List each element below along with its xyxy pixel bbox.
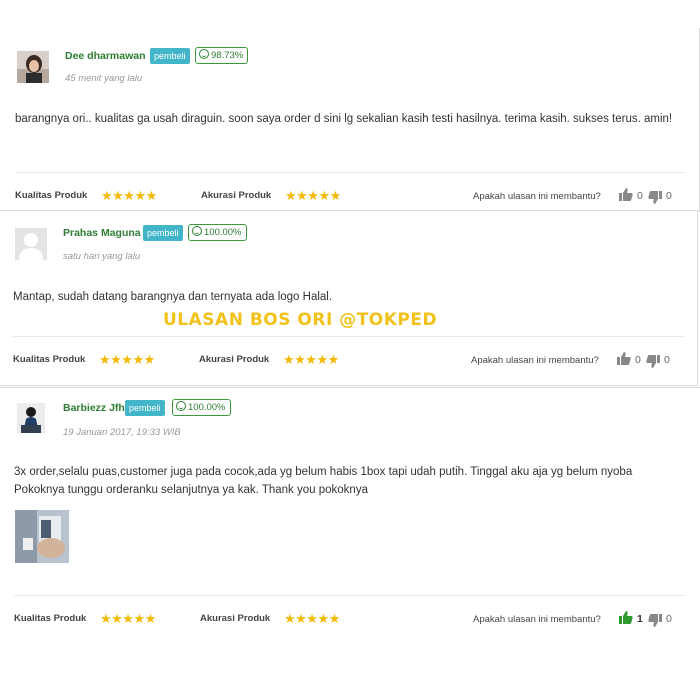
accuracy-label: Akurasi Produk [200,613,271,624]
thumbs-up-icon[interactable] [619,611,633,624]
reviewer-avatar[interactable] [17,403,45,433]
accuracy-stars: ★★★★★ [283,352,339,367]
likes-count: 0 [635,354,641,366]
review-time: 19 Januari 2017, 19:33 WIB [63,427,181,438]
reviewer-name[interactable]: Barbiezz Jfh [63,402,125,414]
reviewer-name[interactable]: Dee dharmawan [65,50,146,62]
quality-label: Kualitas Produk [15,190,88,201]
thumbs-down-icon[interactable] [646,355,660,368]
watermark-text: ULASAN BOS ORI @TOKPED [163,310,438,330]
helpful-label: Apakah ulasan ini membantu? [473,614,601,625]
smiley-icon [192,226,202,236]
thumbs-up-icon[interactable] [619,188,633,201]
review-photo[interactable] [15,510,69,563]
review-card [0,387,700,642]
quality-stars: ★★★★★ [101,188,157,203]
accuracy-stars: ★★★★★ [284,611,340,626]
reviewer-avatar[interactable] [17,51,49,83]
reputation-badge: 100.00% [172,399,231,416]
dislikes-count: 0 [664,354,670,366]
divider [14,595,686,596]
quality-label: Kualitas Produk [14,613,87,624]
dislikes-count: 0 [666,613,672,625]
reputation-score: 100.00% [188,402,226,413]
likes-count: 1 [637,613,643,625]
thumbs-down-icon[interactable] [648,191,662,204]
review-time: satu hari yang lalu [63,251,141,262]
reputation-badge: 100.00% [188,224,247,241]
reputation-score: 98.73% [211,50,244,61]
reputation-badge: 98.73% [195,47,249,64]
helpful-label: Apakah ulasan ini membantu? [473,191,601,202]
accuracy-label: Akurasi Produk [199,354,270,365]
reviewer-avatar[interactable] [15,228,47,260]
buyer-badge: pembeli [143,225,183,241]
thumbs-down-icon[interactable] [648,614,662,627]
review-text: Mantap, sudah datang barangnya dan terny… [13,291,333,303]
helpful-label: Apakah ulasan ini membantu? [471,355,599,366]
divider [13,336,685,337]
review-time: 45 menit yang lalu [65,73,143,84]
quality-label: Kualitas Produk [13,354,86,365]
review-text: barangnya ori.. kualitas ga usah diragui… [15,113,673,125]
buyer-badge: pembeli [125,400,165,416]
quality-stars: ★★★★★ [99,352,155,367]
likes-count: 0 [637,190,643,202]
dislikes-count: 0 [666,190,672,202]
smiley-icon [199,49,209,59]
quality-stars: ★★★★★ [100,611,156,626]
reputation-score: 100.00% [204,227,242,238]
smiley-icon [176,401,186,411]
review-text: 3x order,selalu puas,customer juga pada … [14,466,633,496]
divider [15,172,685,173]
reviewer-name[interactable]: Prahas Maguna [63,227,141,239]
buyer-badge: pembeli [150,48,190,64]
thumbs-up-icon[interactable] [617,352,631,365]
accuracy-stars: ★★★★★ [285,188,341,203]
accuracy-label: Akurasi Produk [201,190,272,201]
